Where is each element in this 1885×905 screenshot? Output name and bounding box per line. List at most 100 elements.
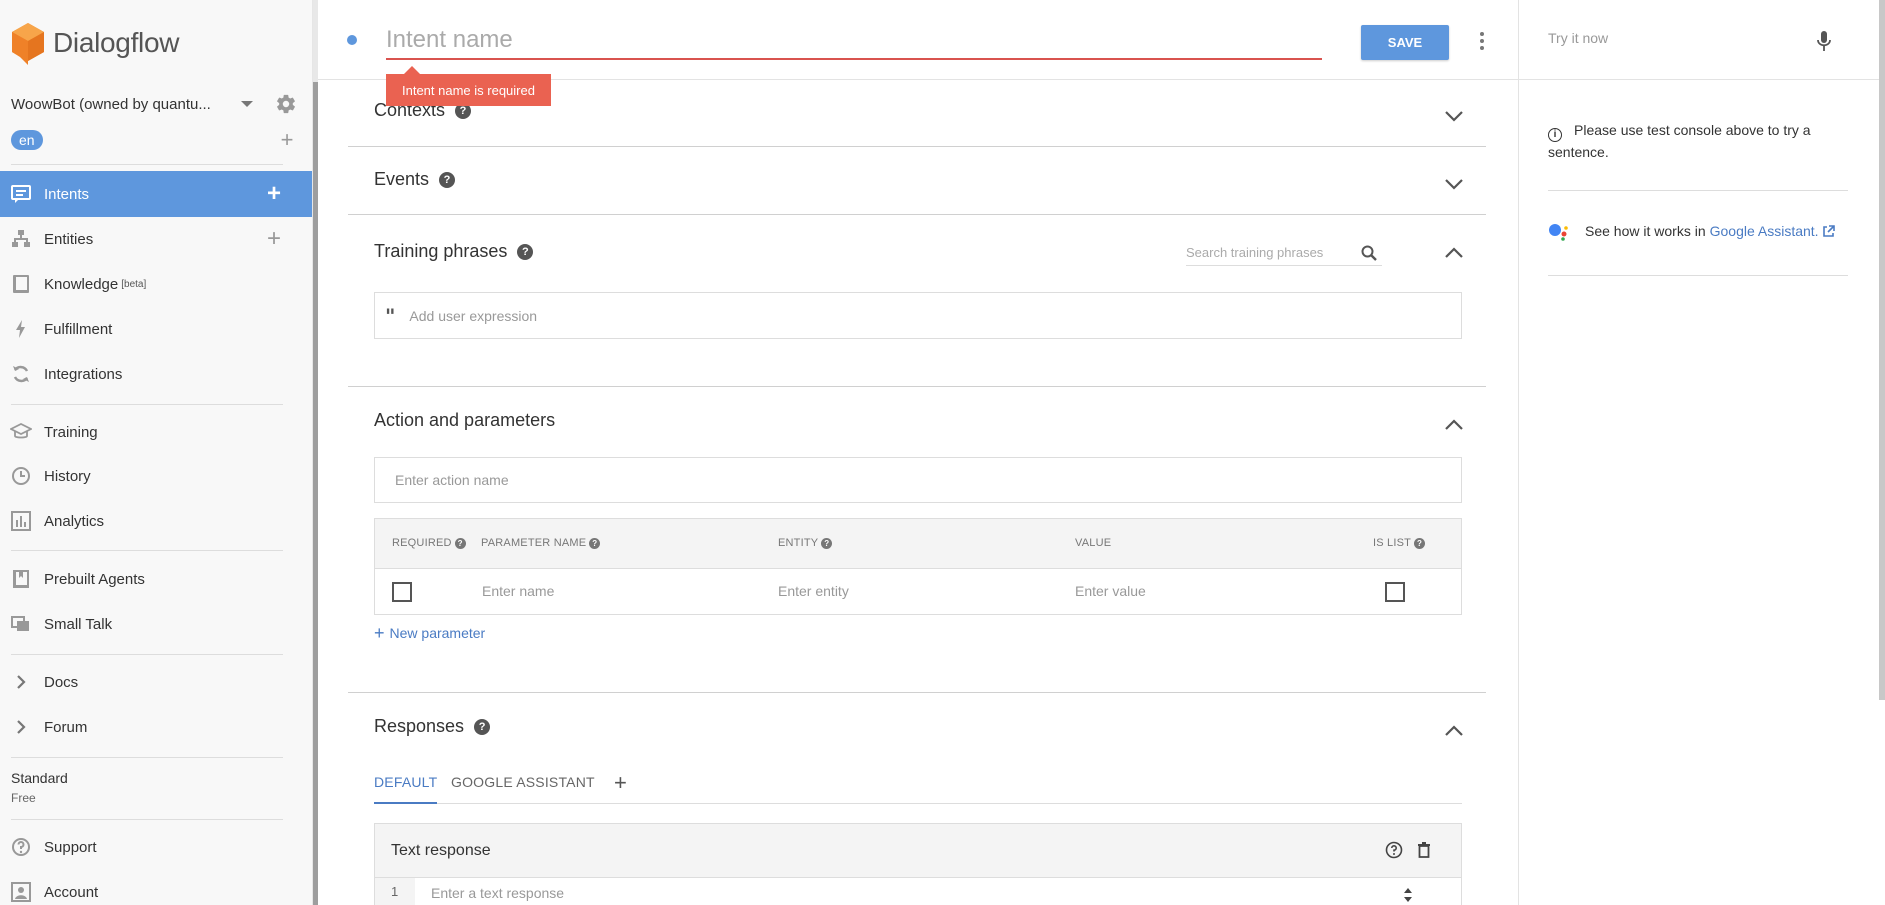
beta-badge: [beta] [121,278,147,290]
sidebar-item-training[interactable]: Training [0,409,312,455]
training-search [1186,240,1382,266]
console-info: i Please use test console above to try a … [1548,120,1848,162]
add-language-button[interactable]: + [276,129,298,151]
sidebar-item-docs[interactable]: Docs [0,659,312,705]
help-icon[interactable]: ? [821,537,833,549]
chevron-down-icon[interactable] [1444,178,1464,190]
sidebar-item-integrations[interactable]: Integrations [0,351,312,397]
sidebar-item-label: Training [44,423,98,441]
graduation-cap-icon [10,421,32,443]
chevron-up-icon[interactable] [1444,247,1464,259]
parameter-name-input[interactable]: Enter name [482,583,554,599]
help-icon[interactable]: ? [439,171,456,188]
sidebar-item-label: Fulfillment [44,320,113,338]
book-icon [10,273,32,295]
sidebar-item-history[interactable]: History [0,453,312,499]
help-icon[interactable]: ? [454,537,466,549]
sidebar-item-intents[interactable]: Intents + [0,171,312,217]
chevron-up-icon[interactable] [1444,419,1464,431]
tab-google-assistant[interactable]: GOOGLE ASSISTANT [451,774,595,804]
intent-name-input[interactable] [386,22,1322,60]
microphone-icon[interactable] [1816,30,1832,52]
value-input[interactable]: Enter value [1075,583,1146,599]
sidebar-item-forum[interactable]: Forum [0,704,312,750]
action-name-input[interactable] [395,472,1461,488]
question-circle-icon [10,836,32,858]
trash-icon[interactable] [1415,841,1433,859]
column-header-required: REQUIRED? [392,537,466,549]
try-it-input[interactable] [1548,30,1808,46]
user-expression-input[interactable] [409,307,1461,324]
sidebar-item-account[interactable]: Account [0,869,312,905]
logo[interactable]: Dialogflow [10,20,179,66]
chat-bubbles-icon [10,613,32,635]
help-icon[interactable]: ? [474,718,491,735]
column-header-is-list: IS LIST? [1373,537,1426,549]
language-pill[interactable]: en [11,130,43,150]
chevron-up-icon[interactable] [1444,725,1464,737]
response-tabs: DEFAULT GOOGLE ASSISTANT + [374,770,1462,804]
is-list-checkbox[interactable] [1385,582,1405,602]
sidebar-item-label: Account [44,883,99,901]
text-response-input[interactable]: Enter a text response [415,878,1461,905]
section-action-parameters[interactable]: Action and parameters [374,410,555,431]
required-checkbox[interactable] [392,582,412,602]
section-training-phrases[interactable]: Training phrases ? [374,241,534,262]
account-icon [10,881,32,903]
new-parameter-link[interactable]: + New parameter [374,624,485,642]
column-header-parameter-name: PARAMETER NAME? [481,537,601,549]
agent-selector[interactable]: WoowBot (owned by quantu... [11,92,301,116]
sidebar-item-label: Docs [44,673,79,691]
section-title: Action and parameters [374,410,556,430]
training-search-input[interactable] [1186,245,1351,260]
section-responses[interactable]: Responses ? [374,716,491,737]
column-header-value: VALUE [1075,537,1112,549]
intent-name-error-tooltip: Intent name is required [386,66,551,106]
more-options-icon[interactable] [1474,30,1490,52]
sidebar-item-fulfillment[interactable]: Fulfillment [0,306,312,352]
plan-title[interactable]: Standard [11,770,68,786]
add-entity-button[interactable]: + [267,227,281,251]
action-name-box[interactable] [374,457,1462,503]
sidebar-item-analytics[interactable]: Analytics [0,498,312,544]
sidebar-item-label: Integrations [44,365,123,383]
sidebar-item-label: Knowledge [44,275,119,293]
help-icon[interactable]: ? [589,537,601,549]
sidebar-item-support[interactable]: Support [0,824,312,870]
entity-input[interactable]: Enter entity [778,583,849,599]
text-response-row: 1 Enter a text response [375,878,1461,905]
help-icon[interactable]: ? [1414,537,1426,549]
google-assistant-row: See how it works in Google Assistant. [1548,221,1835,241]
lightning-icon [10,318,32,340]
caret-down-icon[interactable] [241,101,253,107]
section-divider [348,386,1486,387]
tab-default[interactable]: DEFAULT [374,774,438,804]
google-assistant-link[interactable]: Google Assistant. [1710,223,1819,239]
page-scrollbar[interactable] [1879,0,1885,700]
console-divider [1548,190,1848,191]
search-icon[interactable] [1361,245,1377,261]
help-icon[interactable]: ? [517,243,534,260]
sidebar-item-prebuilt-agents[interactable]: Prebuilt Agents [0,556,312,602]
sidebar-item-small-talk[interactable]: Small Talk [0,601,312,647]
stepper-icon[interactable] [1403,886,1413,904]
help-circle-icon[interactable] [1385,841,1403,859]
sidebar-divider [11,550,283,551]
status-dot-icon [347,35,357,45]
gear-icon[interactable] [275,93,297,115]
logo-text: Dialogflow [53,27,180,58]
external-link-icon[interactable] [1822,224,1835,238]
save-button[interactable]: SAVE [1361,25,1449,60]
user-expression-box[interactable]: " [374,292,1462,339]
add-intent-button[interactable]: + [267,182,281,206]
add-platform-button[interactable]: + [614,770,627,796]
column-header-entity: ENTITY? [778,537,833,549]
editor-topbar: SAVE [318,0,1518,80]
sidebar-item-knowledge[interactable]: Knowledge [beta] [0,261,312,307]
agent-name: WoowBot (owned by quantu... [11,95,211,113]
try-it-row [1519,0,1885,80]
chevron-down-icon[interactable] [1444,110,1464,122]
sync-icon [10,363,32,385]
sidebar-item-entities[interactable]: Entities + [0,216,312,262]
section-events[interactable]: Events ? [374,169,456,190]
